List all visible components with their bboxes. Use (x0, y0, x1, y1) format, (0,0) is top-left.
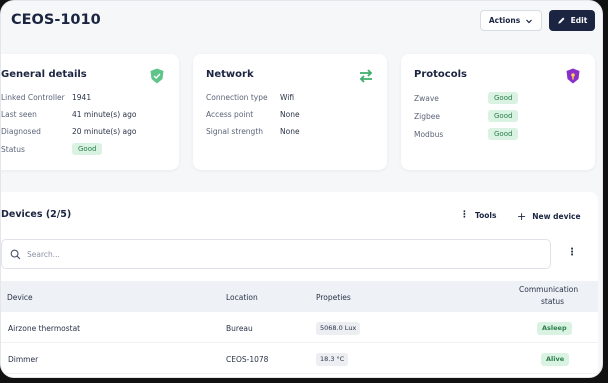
plus-icon: + (517, 210, 527, 223)
network-row-value: Wifi (280, 93, 295, 102)
devices-panel: Devices (2/5) ⋮ Tools + New device ⋮ Dev… (1, 192, 598, 377)
network-row-label: Signal strength (206, 127, 264, 136)
pencil-icon (558, 17, 565, 24)
search-icon (10, 249, 21, 259)
page-title: CEOS-1010 (11, 12, 101, 28)
search-input[interactable] (27, 249, 507, 259)
status-badge: Good (488, 128, 519, 140)
status-badge: Good (488, 110, 519, 122)
devices-title: Devices (2/5) (1, 209, 72, 220)
network-row-value: None (280, 110, 300, 119)
network-row-value: None (280, 127, 300, 136)
table-row[interactable]: Airzone thermostat Bureau 5068.0 Lux Asl… (1, 312, 598, 343)
shield-lock-icon (566, 68, 580, 84)
protocol-row-label: Zwave (414, 94, 439, 103)
status-badge: Asleep (537, 322, 572, 335)
property-tag: 18.3 °C (316, 353, 349, 366)
general-row-value: 1941 (72, 93, 92, 102)
general-row-label: Linked Controller (1, 93, 65, 102)
device-location: Bureau (226, 324, 253, 333)
network-row-label: Access point (206, 110, 254, 119)
chevron-down-icon (526, 19, 533, 23)
column-header-communication: Communication (519, 285, 579, 294)
edit-button[interactable]: Edit (549, 10, 595, 31)
new-device-button[interactable]: + New device (517, 210, 581, 223)
tools-label: Tools (475, 210, 497, 220)
table-row[interactable]: Dimmer CEOS-1078 18.3 °C Alive (1, 343, 598, 374)
device-name: Dimmer (8, 355, 39, 364)
property-tag: 5068.0 Lux (316, 322, 361, 335)
app-window: CEOS-1010 Actions Edit General details L… (0, 0, 603, 378)
network-row-label: Connection type (206, 93, 268, 102)
kebab-icon: ⋮ (460, 210, 469, 220)
new-device-label: New device (532, 212, 581, 221)
general-row-label: Diagnosed (1, 127, 41, 136)
tools-button[interactable]: ⋮ Tools (460, 210, 496, 220)
general-row-label: Last seen (1, 110, 37, 119)
actions-label: Actions (488, 16, 521, 25)
general-row-value: 41 minute(s) ago (72, 110, 137, 119)
column-header-device: Device (7, 293, 33, 302)
edit-label: Edit (570, 16, 588, 25)
general-details-title: General details (1, 69, 87, 80)
column-header-status: status (541, 297, 565, 306)
network-card: Network Connection type Wifi Access poin… (193, 54, 387, 170)
device-name: Airzone thermostat (8, 324, 81, 333)
column-header-location: Location (226, 293, 258, 302)
search-box (1, 239, 551, 269)
status-badge: Good (72, 143, 103, 155)
kebab-icon[interactable]: ⋮ (567, 247, 577, 258)
column-header-properties: Propeties (316, 293, 351, 302)
general-row-label: Status (1, 145, 25, 154)
arrows-swap-icon (359, 69, 373, 83)
general-details-card: General details Linked Controller 1941 L… (1, 54, 179, 170)
device-location: CEOS-1078 (226, 355, 269, 364)
status-badge: Good (488, 92, 519, 104)
protocols-title: Protocols (414, 69, 467, 80)
protocol-row-label: Modbus (414, 130, 444, 139)
protocol-row-label: Zigbee (414, 112, 440, 121)
general-row-value: 20 minute(s) ago (72, 127, 137, 136)
network-title: Network (206, 69, 254, 80)
shield-check-icon (150, 68, 164, 84)
table-header: Device Location Propeties Communication … (1, 281, 598, 312)
status-badge: Alive (541, 353, 570, 366)
protocols-card: Protocols Zwave Good Zigbee Good Modbus … (401, 54, 595, 170)
actions-button[interactable]: Actions (480, 10, 542, 31)
